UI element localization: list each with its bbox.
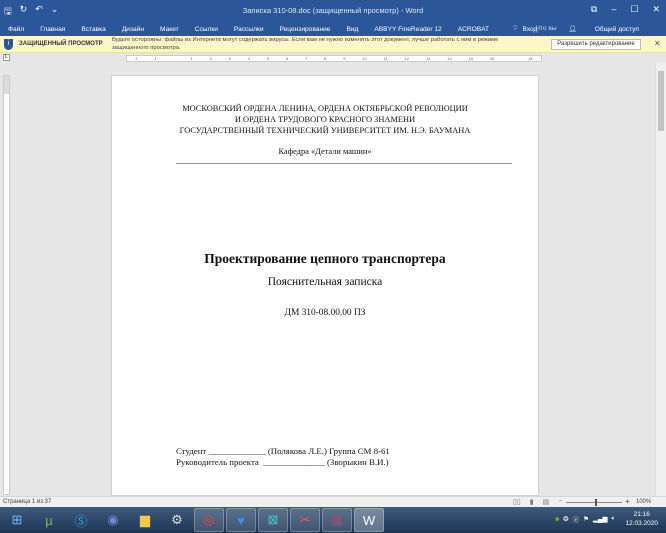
window-title: Записка 310-08.doc (защищенный просмотр)… [242, 6, 424, 15]
taskbar: ⊞ µ Ⓢ ◉ ▆ ⚙ ◎ ♥ ⊠ ✂ ▦ W ■ ❂ ⓔ ⚑ ▂▄▆ 🔈︎ 2… [0, 507, 666, 533]
zoom-in-button[interactable]: + [625, 497, 630, 506]
clock[interactable]: 21:16 12.03.2020 [625, 510, 658, 528]
tab-references[interactable]: Ссылки [195, 26, 218, 33]
read-mode-icon[interactable]: ▯▯ [513, 498, 521, 506]
vertical-ruler[interactable] [3, 75, 10, 495]
signatures: Студент _____________ (Полякова Л.Е.) Гр… [176, 446, 390, 468]
ruler-tick: 16 [489, 56, 495, 61]
print-layout-icon[interactable]: ▮ [530, 498, 534, 506]
scrollbar-thumb[interactable] [658, 71, 664, 131]
ruler-tick: 15 [468, 56, 474, 61]
ruler-tick: 5 [266, 56, 270, 61]
university-header: МОСКОВСКИЙ ОРДЕНА ЛЕНИНА, ОРДЕНА ОКТЯБРЬ… [112, 103, 538, 136]
supervisor-line: Руководитель проекта ______________ (Зво… [176, 457, 389, 467]
tab-layout[interactable]: Макет [160, 26, 179, 33]
document-code: ДМ 310-08.00.00 ПЗ [284, 308, 366, 318]
enable-editing-button[interactable]: Разрешить редактирование [551, 39, 641, 50]
vertical-scrollbar[interactable] [655, 63, 666, 496]
date: 12.03.2020 [625, 520, 658, 527]
ribbon-display-icon[interactable]: ⧉ [591, 4, 597, 15]
ruler-tick: 3 [228, 56, 231, 61]
network-icon[interactable]: ▂▄▆ [593, 515, 608, 523]
time: 21:16 [633, 511, 650, 518]
tab-abbyy[interactable]: ABBYY FineReader 12 [374, 26, 441, 33]
share-label: Общий доступ [594, 26, 639, 33]
protected-view-bar: i ЗАЩИЩЕННЫЙ ПРОСМОТР Будьте осторожны: … [0, 36, 666, 53]
page-count[interactable]: Страница 1 из 37 [3, 499, 51, 505]
heart-app-icon[interactable]: ♥ [226, 508, 256, 532]
discord-icon[interactable]: ◉ [98, 508, 128, 532]
volume-icon[interactable]: 🔈︎ [612, 515, 616, 523]
person-icon: 👤︎ [568, 26, 577, 33]
document-title: Проектирование цепного транспортера [204, 251, 446, 266]
ruler-tick: 12 [404, 56, 410, 61]
tab-acrobat[interactable]: ACROBAT [458, 26, 489, 33]
ruler-tick: 10 [362, 56, 367, 61]
horizontal-ruler[interactable]: L 2 1 1 2 3 4 5 6 7 8 9 10 11 12 13 14 15 16 18 [0, 53, 666, 63]
tab-mailings[interactable]: Рассылки [234, 26, 264, 33]
ruler-tick: 18 [528, 56, 533, 61]
skype-icon[interactable]: Ⓢ [66, 508, 96, 532]
ruler-tick: 1 [154, 56, 157, 61]
status-bar: Страница 1 из 37 ▯▯ ▮ ▤ − + 100% [0, 496, 666, 507]
protected-view-label: ЗАЩИЩЕННЫЙ ПРОСМОТР [19, 41, 103, 47]
ruler-tick: 13 [425, 56, 431, 61]
document-page[interactable]: МОСКОВСКИЙ ОРДЕНА ЛЕНИНА, ОРДЕНА ОКТЯБРЬ… [111, 75, 539, 496]
file-explorer-icon[interactable]: ▆ [130, 508, 160, 532]
ruler-tick: 8 [324, 56, 327, 61]
app-icon[interactable]: ⊠ [258, 508, 288, 532]
document-subtitle: Пояснительная записка [267, 276, 383, 288]
zoom-out-button[interactable]: − [558, 498, 562, 506]
ruler-tick: 7 [305, 56, 308, 61]
tab-design[interactable]: Дизайн [122, 26, 144, 33]
share-button[interactable]: 👤︎ Общий доступ [557, 24, 650, 34]
ruler-tick: 1 [190, 56, 193, 61]
department: Кафедра «Детали машин» [278, 147, 372, 156]
ribbon-tabs: Файл Главная Вставка Дизайн Макет Ссылки… [0, 22, 666, 36]
tray-app-icon[interactable]: ❂ [563, 515, 568, 523]
ruler-tick: 14 [447, 56, 452, 61]
title-bar: 🖫 ↻ ↶ ⌄ Записка 310-08.doc (защищенный п… [0, 0, 666, 22]
utorrent-icon[interactable]: µ [34, 508, 64, 532]
tab-selector[interactable]: L [3, 54, 10, 61]
ruler-tick: 9 [343, 56, 346, 61]
flag-icon[interactable]: ⚑ [583, 515, 589, 523]
ruler-tick: 6 [285, 56, 289, 61]
ruler-tick: 4 [247, 56, 250, 61]
word-icon[interactable]: W [354, 508, 384, 532]
nvidia-icon[interactable]: ■ [555, 516, 559, 523]
start-button[interactable]: ⊞ [2, 508, 32, 532]
tab-home[interactable]: Главная [40, 26, 65, 33]
snipping-tool-icon[interactable]: ✂ [290, 508, 320, 532]
protected-view-message: Будьте осторожны: файлы из Интернета мог… [112, 37, 499, 51]
close-icon[interactable]: ✕ [654, 39, 661, 48]
header-line: ГОСУДАРСТВЕННЫЙ ТЕХНИЧЕСКИЙ УНИВЕРСИТЕТ … [179, 126, 471, 135]
tab-insert[interactable]: Вставка [81, 26, 106, 33]
sign-in-link[interactable]: Вход [523, 26, 538, 33]
winrar-icon[interactable]: ▦ [322, 508, 352, 532]
chrome-icon[interactable]: ◎ [194, 508, 224, 532]
header-line: И ОРДЕНА ТРУДОВОГО КРАСНОГО ЗНАМЕНИ [234, 115, 416, 124]
system-tray: ■ ❂ ⓔ ⚑ ▂▄▆ 🔈︎ 21:16 12.03.2020 [555, 510, 658, 528]
ruler-tick: 2 [135, 56, 138, 61]
maximize-button[interactable]: ☐ [630, 4, 638, 15]
tray-app-icon[interactable]: ⓔ [573, 514, 580, 524]
ruler-tick: 2 [209, 56, 212, 61]
close-button[interactable]: ✕ [652, 4, 660, 15]
zoom-slider[interactable] [566, 499, 622, 506]
zoom-level[interactable]: 100% [636, 499, 651, 505]
steam-icon[interactable]: ⚙ [162, 508, 192, 532]
student-line: Студент _____________ (Полякова Л.Е.) Гр… [176, 446, 390, 456]
ruler-tick: 11 [383, 56, 388, 61]
minimize-button[interactable]: – [611, 4, 616, 15]
tab-review[interactable]: Рецензирование [280, 26, 331, 33]
tab-file[interactable]: Файл [8, 26, 24, 33]
web-layout-icon[interactable]: ▤ [543, 498, 550, 506]
divider [176, 163, 512, 164]
shield-icon: i [4, 39, 13, 50]
tab-view[interactable]: Вид [346, 26, 358, 33]
header-line: МОСКОВСКИЙ ОРДЕНА ЛЕНИНА, ОРДЕНА ОКТЯБРЬ… [182, 104, 468, 113]
